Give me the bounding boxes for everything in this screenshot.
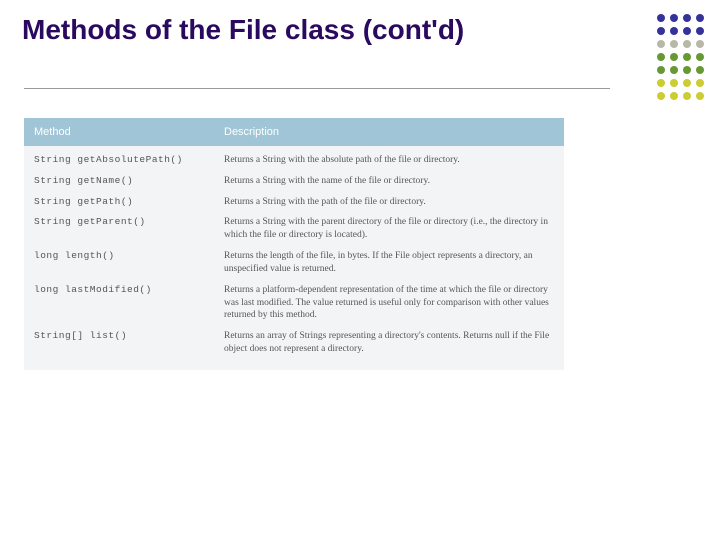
table-row: String getAbsolutePath()Returns a String… <box>34 150 554 171</box>
header-method: Method <box>34 126 224 138</box>
table-row: String getPath()Returns a String with th… <box>34 192 554 213</box>
table-body: String getAbsolutePath()Returns a String… <box>24 146 564 370</box>
method-description: Returns a String with the name of the fi… <box>224 175 554 188</box>
decorative-dot <box>657 27 665 35</box>
decorative-dot-grid <box>657 14 706 102</box>
table-row: long length()Returns the length of the f… <box>34 246 554 280</box>
table-row: String getName()Returns a String with th… <box>34 171 554 192</box>
decorative-dot <box>696 66 704 74</box>
decorative-dot <box>670 79 678 87</box>
slide-title: Methods of the File class (cont'd) <box>22 12 610 47</box>
decorative-dot <box>670 14 678 22</box>
method-description: Returns a String with the absolute path … <box>224 154 554 167</box>
decorative-dot <box>696 14 704 22</box>
method-signature: String getParent() <box>34 216 224 242</box>
decorative-dot <box>683 27 691 35</box>
decorative-dot <box>657 66 665 74</box>
decorative-dot <box>696 79 704 87</box>
table-row: String[] list()Returns an array of Strin… <box>34 326 554 360</box>
method-signature: String[] list() <box>34 330 224 356</box>
method-description: Returns the length of the file, in bytes… <box>224 250 554 276</box>
decorative-dot <box>683 40 691 48</box>
table-row: String getParent()Returns a String with … <box>34 212 554 246</box>
decorative-dot <box>683 53 691 61</box>
table-header-row: Method Description <box>24 118 564 146</box>
method-signature: String getName() <box>34 175 224 188</box>
title-underline <box>24 88 610 89</box>
decorative-dot <box>657 53 665 61</box>
decorative-dot <box>657 14 665 22</box>
decorative-dot <box>670 27 678 35</box>
decorative-dot <box>670 92 678 100</box>
decorative-dot <box>683 92 691 100</box>
method-signature: long lastModified() <box>34 284 224 322</box>
decorative-dot <box>696 40 704 48</box>
decorative-dot <box>696 53 704 61</box>
slide-title-area: Methods of the File class (cont'd) <box>22 12 610 47</box>
decorative-dot <box>670 53 678 61</box>
method-description: Returns an array of Strings representing… <box>224 330 554 356</box>
table-row: long lastModified()Returns a platform-de… <box>34 280 554 326</box>
method-signature: String getPath() <box>34 196 224 209</box>
methods-table: Method Description String getAbsolutePat… <box>24 118 564 370</box>
decorative-dot <box>683 66 691 74</box>
decorative-dot <box>683 79 691 87</box>
header-description: Description <box>224 126 554 138</box>
method-signature: long length() <box>34 250 224 276</box>
decorative-dot <box>657 40 665 48</box>
decorative-dot <box>657 79 665 87</box>
decorative-dot <box>670 66 678 74</box>
decorative-dot <box>657 92 665 100</box>
method-description: Returns a String with the path of the fi… <box>224 196 554 209</box>
method-description: Returns a String with the parent directo… <box>224 216 554 242</box>
decorative-dot <box>683 14 691 22</box>
decorative-dot <box>670 40 678 48</box>
method-description: Returns a platform-dependent representat… <box>224 284 554 322</box>
decorative-dot <box>696 92 704 100</box>
decorative-dot <box>696 27 704 35</box>
method-signature: String getAbsolutePath() <box>34 154 224 167</box>
